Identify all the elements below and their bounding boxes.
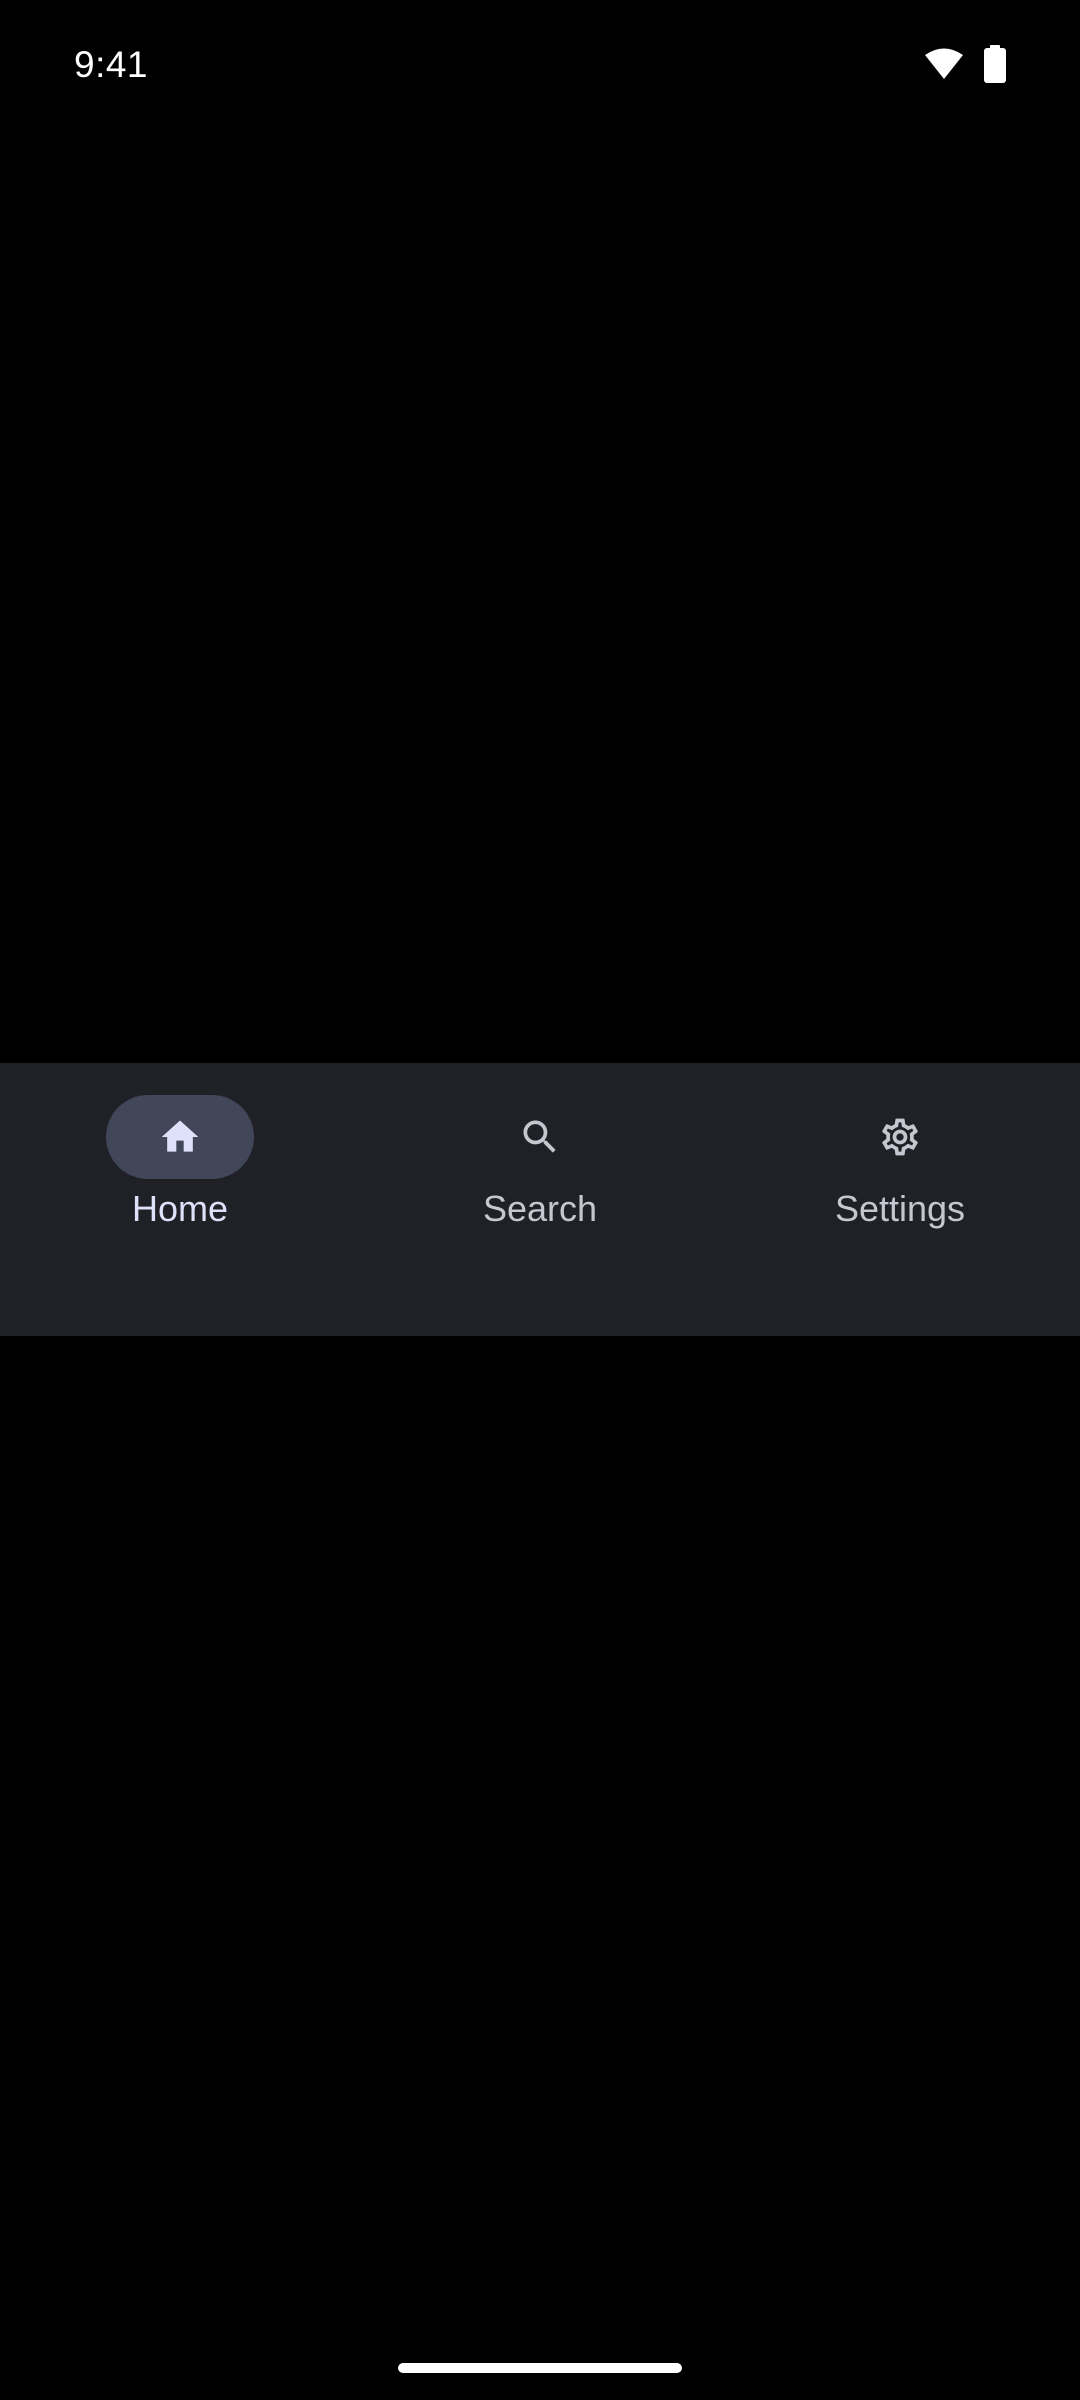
- gesture-navigation-handle[interactable]: [398, 2363, 682, 2373]
- wifi-icon: [924, 48, 964, 80]
- status-time: 9:41: [74, 44, 149, 85]
- battery-icon: [984, 45, 1006, 83]
- nav-label-settings: Settings: [834, 1188, 966, 1229]
- home-icon: [158, 1115, 202, 1159]
- nav-item-search[interactable]: Search: [360, 1063, 720, 1336]
- nav-label-home: Home: [131, 1188, 229, 1229]
- bottom-navigation-bar: Home Search Settings: [0, 1063, 1080, 1336]
- nav-item-home[interactable]: Home: [0, 1063, 360, 1336]
- search-icon: [518, 1115, 562, 1159]
- status-icons: [924, 44, 1006, 84]
- nav-item-settings[interactable]: Settings: [720, 1063, 1080, 1336]
- gear-icon: [878, 1115, 922, 1159]
- nav-label-search: Search: [482, 1188, 598, 1229]
- status-bar: 9:41: [0, 0, 1080, 130]
